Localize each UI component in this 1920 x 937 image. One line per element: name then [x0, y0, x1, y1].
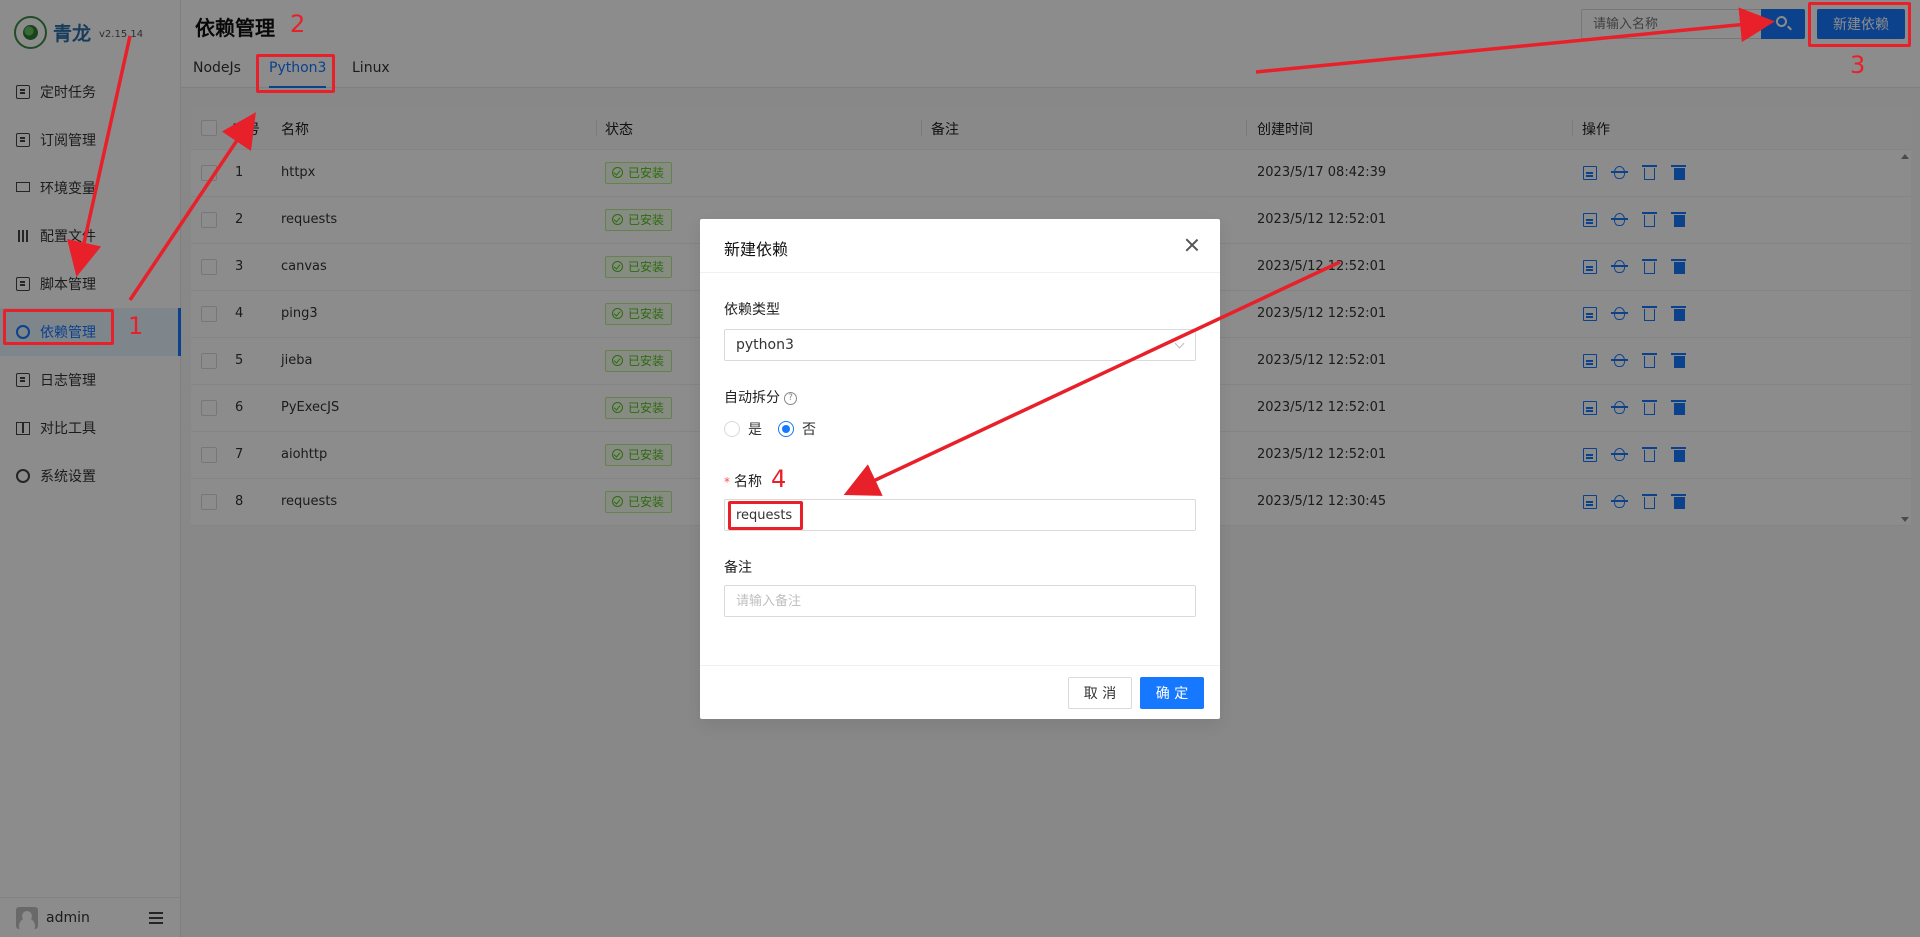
create-dependency-modal: 新建依赖 依赖类型 python3 自动拆分? 是 否 *名称 备注 取 消 确… [700, 219, 1220, 719]
confirm-button[interactable]: 确 定 [1140, 677, 1204, 709]
split-radio-yes[interactable]: 是 [724, 419, 762, 439]
cancel-button[interactable]: 取 消 [1068, 677, 1132, 709]
radio-label: 是 [748, 422, 762, 438]
radio-circle [724, 421, 740, 437]
modal-footer: 取 消 确 定 [700, 665, 1220, 719]
question-circle-icon[interactable]: ? [784, 391, 797, 405]
radio-label: 否 [802, 422, 816, 438]
modal-title: 新建依赖 [724, 240, 789, 259]
remark-input[interactable] [724, 585, 1196, 617]
radio-circle [778, 421, 794, 437]
split-label: 自动拆分? [724, 387, 797, 407]
remark-label: 备注 [724, 560, 752, 576]
modal-header: 新建依赖 [700, 219, 1220, 273]
type-label: 依赖类型 [724, 302, 780, 318]
dependency-type-select[interactable]: python3 [724, 329, 1196, 361]
chevron-down-icon [1174, 338, 1185, 349]
name-label: * 名称 [724, 474, 762, 490]
name-input[interactable] [724, 499, 1196, 531]
split-radio-group: 是 否 [724, 419, 832, 439]
close-icon[interactable] [1184, 237, 1200, 253]
dependency-type-value: python3 [736, 337, 794, 353]
split-radio-no[interactable]: 否 [778, 419, 816, 439]
required-mark: * [724, 475, 730, 489]
